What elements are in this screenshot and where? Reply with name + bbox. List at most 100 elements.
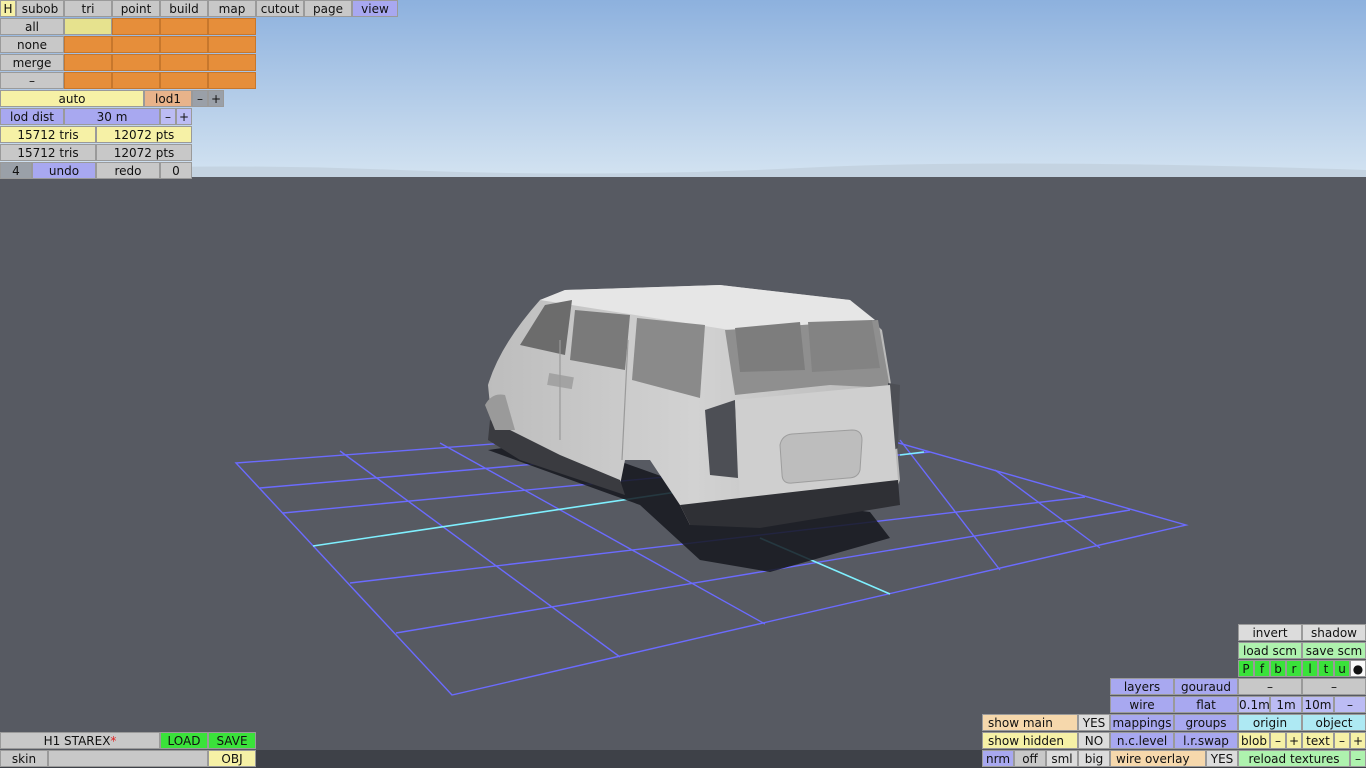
select-none-button[interactable]: none <box>0 36 64 53</box>
blob-minus-button[interactable]: – <box>1270 732 1286 749</box>
view-dot-button[interactable]: ● <box>1350 660 1366 677</box>
invert-button[interactable]: invert <box>1238 624 1302 641</box>
tab-cutout[interactable]: cutout <box>256 0 304 17</box>
lr-swap-button[interactable]: l.r.swap <box>1174 732 1238 749</box>
minus-button[interactable]: – <box>0 72 64 89</box>
off-button[interactable]: off <box>1014 750 1046 767</box>
sel-cell[interactable] <box>112 36 160 53</box>
skin-button[interactable]: skin <box>0 750 48 767</box>
save-scm-button[interactable]: save scm <box>1302 642 1366 659</box>
lod-dist-plus-button[interactable]: + <box>176 108 192 125</box>
model-name-text: H1 STAREX <box>43 734 111 748</box>
tab-map[interactable]: map <box>208 0 256 17</box>
lod-level-button[interactable]: lod1 <box>144 90 192 107</box>
merge-button[interactable]: merge <box>0 54 64 71</box>
text-plus-button[interactable]: + <box>1350 732 1366 749</box>
lod-dist-value[interactable]: 30 m <box>64 108 160 125</box>
tab-tri[interactable]: tri <box>64 0 112 17</box>
undo-button[interactable]: undo <box>32 162 96 179</box>
lod-plus-button[interactable]: + <box>208 90 224 107</box>
show-hidden-button[interactable]: show hidden <box>982 732 1078 749</box>
lod-dist-minus-button[interactable]: – <box>160 108 176 125</box>
wire-overlay-value[interactable]: YES <box>1206 750 1238 767</box>
gouraud-button[interactable]: gouraud <box>1174 678 1238 695</box>
tab-point[interactable]: point <box>112 0 160 17</box>
sel-cell[interactable] <box>64 36 112 53</box>
model-name[interactable]: H1 STAREX* <box>0 732 160 749</box>
view-r-button[interactable]: r <box>1286 660 1302 677</box>
groups-button[interactable]: groups <box>1174 714 1238 731</box>
grid-10m-button[interactable]: 10m <box>1302 696 1334 713</box>
wire-overlay-button[interactable]: wire overlay <box>1110 750 1206 767</box>
lod-dist-label: lod dist <box>0 108 64 125</box>
view-u-button[interactable]: u <box>1334 660 1350 677</box>
tris-count: 15712 tris <box>0 126 96 143</box>
blob-plus-button[interactable]: + <box>1286 732 1302 749</box>
view-l-button[interactable]: l <box>1302 660 1318 677</box>
mappings-button[interactable]: mappings <box>1110 714 1174 731</box>
tab-subob[interactable]: subob <box>16 0 64 17</box>
undo-count: 4 <box>0 162 32 179</box>
sel-cell[interactable] <box>64 54 112 71</box>
flat-button[interactable]: flat <box>1174 696 1238 713</box>
sel-cell[interactable] <box>208 54 256 71</box>
nc-level-button[interactable]: n.c.level <box>1110 732 1174 749</box>
tab-build[interactable]: build <box>160 0 208 17</box>
sml-button[interactable]: sml <box>1046 750 1078 767</box>
tab-view[interactable]: view <box>352 0 398 17</box>
shadow-button[interactable]: shadow <box>1302 624 1366 641</box>
3d-viewport[interactable] <box>0 0 1366 768</box>
sel-cell[interactable] <box>112 18 160 35</box>
sel-cell[interactable] <box>64 18 112 35</box>
object-button[interactable]: object <box>1302 714 1366 731</box>
view-b-button[interactable]: b <box>1270 660 1286 677</box>
sel-cell[interactable] <box>208 18 256 35</box>
grid-01m-button[interactable]: 0.1m <box>1238 696 1270 713</box>
modified-marker: * <box>110 734 117 748</box>
pts-total: 12072 pts <box>96 144 192 161</box>
sel-cell[interactable] <box>64 72 112 89</box>
layers-button[interactable]: layers <box>1110 678 1174 695</box>
grid-1m-button[interactable]: 1m <box>1270 696 1302 713</box>
text-minus-button[interactable]: – <box>1334 732 1350 749</box>
grid-minus-button[interactable]: – <box>1334 696 1366 713</box>
dash-button-1[interactable]: – <box>1238 678 1302 695</box>
pts-count: 12072 pts <box>96 126 192 143</box>
origin-button[interactable]: origin <box>1238 714 1302 731</box>
nrm-button[interactable]: nrm <box>982 750 1014 767</box>
lod-auto-button[interactable]: auto <box>0 90 144 107</box>
lod-minus-button[interactable]: – <box>192 90 208 107</box>
reload-minus-button[interactable]: – <box>1350 750 1366 767</box>
load-scm-button[interactable]: load scm <box>1238 642 1302 659</box>
sel-cell[interactable] <box>160 18 208 35</box>
sel-cell[interactable] <box>208 36 256 53</box>
tab-page[interactable]: page <box>304 0 352 17</box>
sel-cell[interactable] <box>112 54 160 71</box>
redo-button[interactable]: redo <box>96 162 160 179</box>
sel-cell[interactable] <box>160 72 208 89</box>
sel-cell[interactable] <box>112 72 160 89</box>
dash-button-2[interactable]: – <box>1302 678 1366 695</box>
skin-field[interactable] <box>48 750 208 767</box>
view-f-button[interactable]: f <box>1254 660 1270 677</box>
obj-button[interactable]: OBJ <box>208 750 256 767</box>
load-button[interactable]: LOAD <box>160 732 208 749</box>
blob-button[interactable]: blob <box>1238 732 1270 749</box>
save-button[interactable]: SAVE <box>208 732 256 749</box>
redo-count: 0 <box>160 162 192 179</box>
sel-cell[interactable] <box>208 72 256 89</box>
text-button[interactable]: text <box>1302 732 1334 749</box>
wire-button[interactable]: wire <box>1110 696 1174 713</box>
tris-total: 15712 tris <box>0 144 96 161</box>
show-hidden-value[interactable]: NO <box>1078 732 1110 749</box>
show-main-button[interactable]: show main <box>982 714 1078 731</box>
h-button[interactable]: H <box>0 0 16 17</box>
view-t-button[interactable]: t <box>1318 660 1334 677</box>
big-button[interactable]: big <box>1078 750 1110 767</box>
show-main-value[interactable]: YES <box>1078 714 1110 731</box>
sel-cell[interactable] <box>160 36 208 53</box>
sel-cell[interactable] <box>160 54 208 71</box>
reload-textures-button[interactable]: reload textures <box>1238 750 1350 767</box>
view-p-button[interactable]: P <box>1238 660 1254 677</box>
select-all-button[interactable]: all <box>0 18 64 35</box>
